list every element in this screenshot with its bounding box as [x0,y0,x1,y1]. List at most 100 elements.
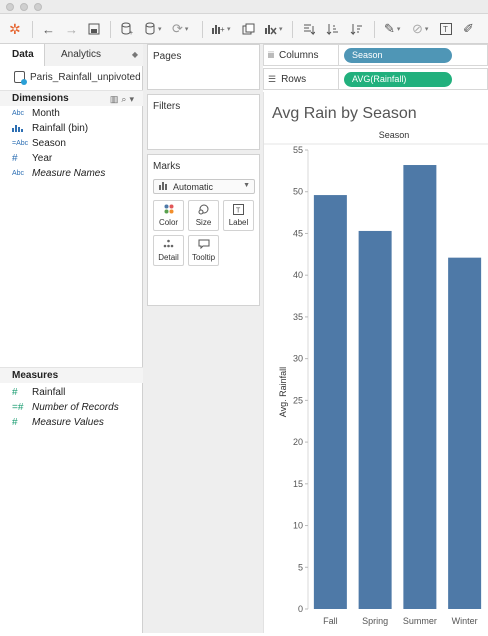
field-label: Month [32,107,60,119]
data-pane-tabs: Data Analytics ◆ [0,44,143,66]
number-type-icon: # [12,152,18,164]
forward-arrow-icon[interactable]: → [65,21,78,37]
cards-pane: Pages Filters Marks Automatic ▼ Color Si… [143,44,263,633]
toolbar-divider [292,21,293,38]
measures-title: Measures [12,370,59,381]
bar-spring[interactable] [358,230,392,609]
save-icon[interactable] [88,21,100,37]
shelf-divider [338,69,339,89]
y-tick-label: 25 [293,395,303,405]
bars [313,165,482,609]
chevron-down-icon: ▼ [243,182,250,189]
color-button[interactable]: Color [153,200,184,231]
measure-field-number-of-records[interactable]: =# Number of Records [12,400,119,414]
columns-shelf-label: iii Columns [268,45,318,65]
detail-button[interactable]: Detail [153,235,184,266]
bar-chart: Avg Rain by Season Season Avg. Rainfall … [264,105,488,626]
svg-text:+: + [220,25,225,34]
dimensions-menu-icon[interactable]: ▾ [129,94,137,104]
toolbar-divider [32,21,33,38]
mark-type-dropdown[interactable]: Automatic ▼ [153,179,255,194]
text-label-icon[interactable]: T [440,21,452,37]
size-button[interactable]: Size [188,200,219,231]
datasource-item[interactable]: Paris_Rainfall_unpivoted [14,70,141,85]
tableau-logo-icon[interactable]: ✲ [9,21,21,37]
string-type-icon: Abc [12,109,25,117]
y-tick-label: 50 [293,187,303,197]
filters-card[interactable]: Filters [147,94,260,150]
string-type-icon: Abc [12,169,25,177]
datasource-icon [14,71,27,85]
back-arrow-icon[interactable]: ← [42,21,55,37]
svg-text:T: T [443,25,448,34]
dimension-field-month[interactable]: Abc Month [12,106,60,120]
color-label: Color [158,218,179,227]
bar-summer[interactable] [403,165,437,609]
dimension-field-measure-names[interactable]: Abc Measure Names [12,166,105,180]
sort-descending-icon[interactable] [350,21,363,37]
bin-type-icon [12,123,32,134]
rows-shelf[interactable]: ☰ Rows AVG(Rainfall) [263,68,488,90]
pages-card[interactable]: Pages [147,44,260,90]
tab-analytics-label: Analytics [61,49,102,60]
data-pane: Data Analytics ◆ Paris_Rainfall_unpivote… [0,44,143,633]
tooltip-icon [189,239,218,252]
measure-field-measure-values[interactable]: # Measure Values [12,415,104,429]
dimension-field-season[interactable]: =Abc Season [12,136,66,150]
y-tick-label: 45 [293,228,303,238]
highlight-icon[interactable]: ✎ ▾ [384,21,400,37]
rows-icon: ☰ [268,74,277,84]
view-toggle-icon[interactable]: ▥ [110,94,122,104]
bar-winter[interactable] [448,257,482,609]
calculated-number-type-icon: =# [12,401,24,413]
number-type-icon: # [12,386,18,398]
dimension-field-year[interactable]: # Year [12,151,52,165]
zoom-window-button[interactable] [34,3,42,11]
label-button[interactable]: T Label [223,200,254,231]
pin-icon[interactable]: ✐ [463,21,474,37]
new-datasource-icon[interactable]: + [120,21,134,37]
svg-text:T: T [236,208,241,215]
field-label: Season [32,137,66,149]
dimension-field-rainfall-bin[interactable]: Rainfall (bin) [12,121,88,135]
sort-ascending-icon[interactable] [326,21,339,37]
tab-data[interactable]: Data [0,44,45,66]
y-tick-label: 35 [293,312,303,322]
new-worksheet-icon[interactable]: + ▾ [211,21,231,37]
y-axis-label: Avg. Rainfall [278,367,288,417]
x-tick-label: Spring [362,616,388,626]
color-dots-icon [154,204,183,217]
tab-analytics[interactable]: Analytics ◆ [45,44,143,66]
refresh-icon[interactable]: ⟳ ▾ [172,21,188,37]
size-icon [189,204,218,218]
group-icon[interactable]: ⊘ ▾ [412,21,428,37]
shelf-divider [338,45,339,65]
measure-field-rainfall[interactable]: # Rainfall [12,385,65,399]
field-label: Rainfall [32,386,66,398]
detail-dots-icon [154,239,183,251]
columns-shelf[interactable]: iii Columns Season [263,44,488,66]
field-label: Number of Records [32,401,119,413]
measures-header: Measures [0,367,143,383]
x-tick-label: Winter [452,616,478,626]
pause-datasource-icon[interactable]: ▾ [144,21,162,37]
rows-shelf-label: ☰ Rows [268,69,306,89]
x-axis: Fall Spring Summer Winter [323,616,478,626]
rows-label-text: Rows [281,74,307,85]
y-tick-label: 5 [298,562,303,572]
toolbar-divider [110,21,111,38]
swap-axes-icon[interactable] [302,21,315,37]
clear-sheet-icon[interactable]: ▾ [264,21,283,37]
text-label-icon: T [224,204,253,218]
mark-type-value: Automatic [173,181,214,192]
avg-rainfall-pill[interactable]: AVG(Rainfall) [344,72,452,87]
close-window-button[interactable] [6,3,14,11]
y-tick-label: 10 [293,521,303,531]
duplicate-sheet-icon[interactable] [242,21,255,37]
tab-menu-arrow-icon[interactable]: ◆ [132,44,138,66]
bar-fall[interactable] [313,195,347,609]
minimize-window-button[interactable] [20,3,28,11]
season-pill[interactable]: Season [344,48,452,63]
tooltip-button[interactable]: Tooltip [188,235,219,266]
pages-title: Pages [153,51,182,62]
